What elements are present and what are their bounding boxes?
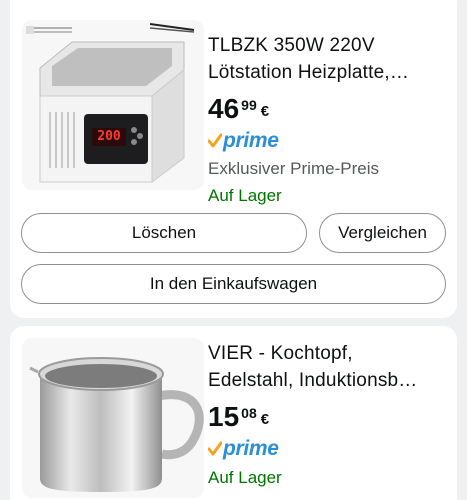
price-currency: € — [260, 411, 270, 428]
price-whole: 15 — [208, 401, 240, 432]
exclusive-prime-price-label: Exklusiver Prime-Preis — [208, 159, 379, 178]
stock-status: Auf Lager — [208, 468, 282, 487]
product-image-heat-plate[interactable]: 200 — [22, 20, 204, 190]
saved-items-list: 200 TLBZK 350W 220V Lötstation Heizplatt… — [0, 0, 467, 500]
product-image-cooking-pot[interactable] — [22, 338, 204, 498]
temperature-display-readout: 200 — [97, 129, 121, 144]
product-title-line-1: VIER - Kochtopf, — [208, 343, 353, 364]
product-card: 200 TLBZK 350W 220V Lötstation Heizplatt… — [10, 0, 457, 318]
product-info: VIER - Kochtopf, Edelstahl, Induktionsb…… — [208, 340, 448, 489]
prime-badge: prime — [208, 436, 448, 462]
add-to-cart-button[interactable]: In den Einkaufswagen — [21, 264, 446, 304]
product-price: 46 99 € — [208, 92, 448, 126]
prime-label: prime — [223, 437, 279, 460]
product-title-line-2: Lötstation Heizplatte,… — [208, 62, 410, 83]
stock-status: Auf Lager — [208, 186, 282, 205]
product-title-line-1: TLBZK 350W 220V — [208, 35, 375, 56]
compare-button[interactable]: Vergleichen — [319, 213, 446, 253]
product-title[interactable]: VIER - Kochtopf, Edelstahl, Induktionsb… — [208, 340, 448, 394]
price-whole: 46 — [208, 93, 240, 124]
price-currency: € — [260, 103, 270, 120]
prime-check-icon — [208, 441, 222, 456]
cooking-pot-illustration — [29, 357, 204, 492]
product-info: TLBZK 350W 220V Lötstation Heizplatte,… … — [208, 32, 448, 207]
heat-plate-illustration — [26, 23, 195, 183]
price-fraction: 99 — [241, 97, 257, 113]
product-price: 15 08 € — [208, 400, 448, 434]
delete-button[interactable]: Löschen — [21, 213, 307, 253]
prime-label: prime — [223, 129, 279, 152]
product-title[interactable]: TLBZK 350W 220V Lötstation Heizplatte,… — [208, 32, 448, 86]
product-card: VIER - Kochtopf, Edelstahl, Induktionsb…… — [10, 326, 457, 500]
prime-badge: prime — [208, 128, 448, 154]
price-fraction: 08 — [241, 405, 257, 421]
prime-check-icon — [208, 133, 222, 148]
product-title-line-2: Edelstahl, Induktionsb… — [208, 370, 418, 391]
